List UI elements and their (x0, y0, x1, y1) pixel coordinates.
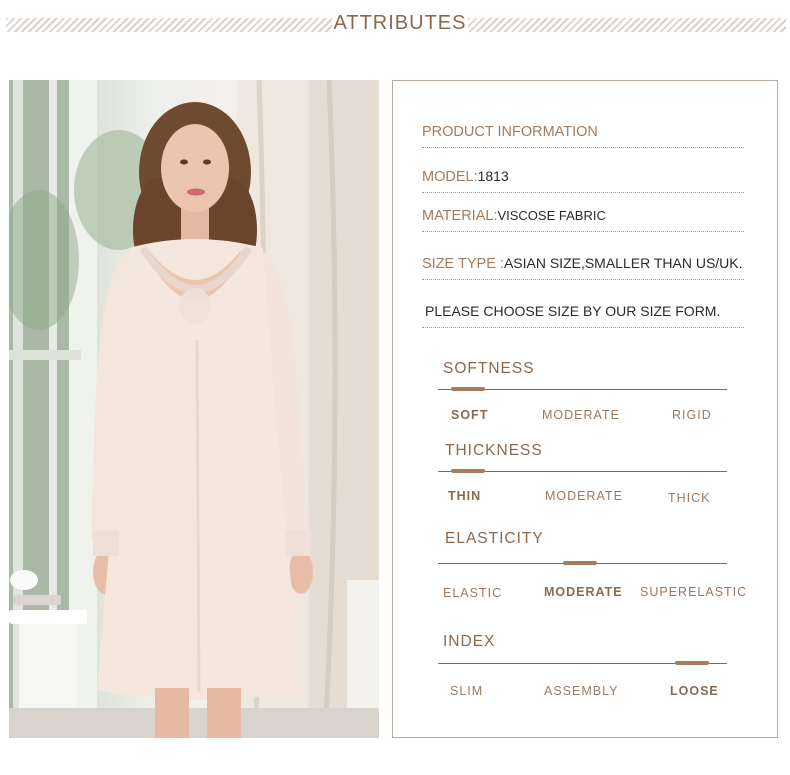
index-option-slim: SLIM (450, 684, 484, 698)
elasticity-option-elastic: ELASTIC (443, 586, 503, 600)
size-note: PLEASE CHOOSE SIZE BY OUR SIZE FORM. (425, 303, 721, 319)
product-photo (9, 80, 379, 738)
index-option-loose: LOOSE (670, 684, 719, 698)
product-heading: PRODUCT INFORMATION (422, 124, 598, 140)
product-heading-row: PRODUCT INFORMATION (422, 123, 744, 148)
model-row: MODEL:1813 (422, 167, 744, 193)
thickness-option-moderate: MODERATE (545, 489, 623, 503)
index-title: INDEX (443, 633, 496, 650)
material-row: MATERIAL:VISCOSE FABRIC (422, 207, 744, 232)
elasticity-option-superelastic: SUPERELASTIC (640, 585, 748, 599)
model-label: MODEL: (422, 169, 478, 185)
elasticity-marker (563, 561, 597, 565)
softness-option-rigid: RIGID (672, 408, 712, 422)
thickness-option-thick: THICK (668, 491, 711, 505)
softness-title: SOFTNESS (443, 360, 535, 377)
thickness-title: THICKNESS (445, 442, 543, 459)
material-label: MATERIAL: (422, 208, 498, 224)
header-hatch-left (6, 18, 332, 32)
softness-option-moderate: MODERATE (542, 408, 620, 422)
thickness-marker (451, 469, 485, 473)
index-option-assembly: ASSEMBLY (544, 684, 619, 698)
material-value: VISCOSE FABRIC (497, 208, 606, 223)
model-value: 1813 (477, 168, 509, 184)
size-type-value: ASIAN SIZE,SMALLER THAN US/UK. (503, 255, 743, 271)
index-marker (675, 661, 709, 665)
header-hatch-right (468, 18, 786, 32)
thickness-option-thin: THIN (448, 489, 482, 503)
softness-option-soft: SOFT (451, 408, 489, 422)
section-title: ATTRIBUTES (333, 12, 467, 34)
product-info-panel: PRODUCT INFORMATION MODEL:1813 MATERIAL:… (392, 80, 778, 738)
size-note-row: PLEASE CHOOSE SIZE BY OUR SIZE FORM. (422, 302, 744, 328)
elasticity-title: ELASTICITY (445, 530, 544, 547)
size-type-row: SIZE TYPE :ASIAN SIZE,SMALLER THAN US/UK… (422, 254, 744, 280)
softness-marker (451, 387, 485, 391)
size-type-label: SIZE TYPE : (422, 256, 504, 272)
elasticity-option-moderate: MODERATE (544, 585, 623, 599)
